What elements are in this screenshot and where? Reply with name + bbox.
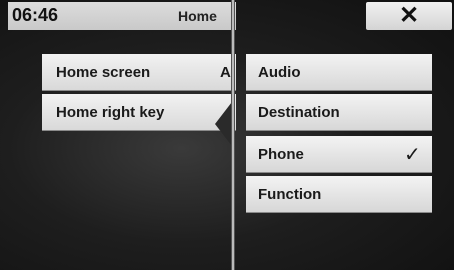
option-label: Function [258,186,322,203]
menu-item-home-screen[interactable]: Home screen A [42,54,236,91]
clock: 06:46 [12,5,59,25]
option-function[interactable]: Function [246,176,432,213]
menu-item-label: Home screen [56,64,151,81]
settings-pane: 06:46 Home Home screen A Home right key [0,0,236,270]
option-label: Audio [258,64,301,81]
options-pane: ✕ Audio Destination Phone ✓ Function [236,0,454,270]
menu-item-home-right-key[interactable]: Home right key [42,94,236,131]
option-destination[interactable]: Destination [246,94,432,131]
pane-divider [231,0,235,270]
option-audio[interactable]: Audio [246,54,432,91]
option-label: Phone [258,146,304,163]
close-button[interactable]: ✕ [366,2,452,30]
option-phone[interactable]: Phone ✓ [246,136,432,173]
status-bar: 06:46 Home [8,2,236,30]
close-icon: ✕ [398,2,420,29]
checkmark-icon: ✓ [404,144,421,166]
page-title: Home [178,8,217,24]
option-label: Destination [258,104,340,121]
menu-item-value: A [220,64,231,81]
head-unit-screen: 06:46 Home Home screen A Home right key … [0,0,454,270]
menu-item-label: Home right key [56,104,165,121]
